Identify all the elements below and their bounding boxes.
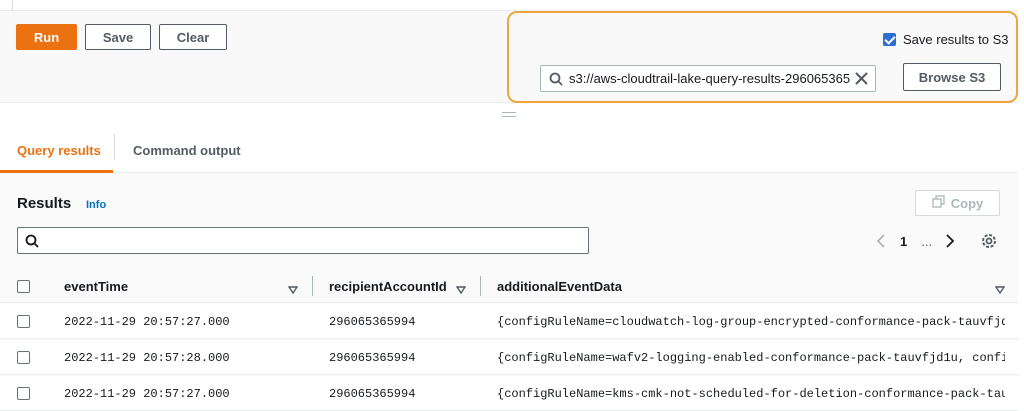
row-checkbox[interactable]: [17, 387, 30, 400]
sort-down-icon[interactable]: [994, 282, 1006, 297]
save-results-to-s3-checkbox[interactable]: [883, 33, 896, 46]
chevron-left-icon[interactable]: [872, 231, 888, 251]
cell-additionaleventdata: {configRuleName=cloudwatch-log-group-enc…: [497, 314, 1005, 329]
column-header-additionaleventdata[interactable]: additionalEventData: [497, 269, 622, 303]
pagination-ellipsis: ...: [921, 233, 933, 249]
sort-down-icon[interactable]: [455, 282, 467, 297]
column-resizer[interactable]: [480, 276, 481, 296]
chevron-right-icon[interactable]: [942, 231, 958, 251]
save-results-to-s3-checkbox-group[interactable]: Save results to S3: [883, 32, 1009, 47]
panel-resize-handle[interactable]: [502, 112, 516, 117]
column-header-recipientaccountid[interactable]: recipientAccountId: [329, 269, 447, 303]
cell-eventtime: 2022-11-29 20:57:27.000: [64, 314, 230, 329]
save-results-to-s3-label: Save results to S3: [903, 32, 1009, 47]
cell-additionaleventdata: {configRuleName=wafv2-logging-enabled-co…: [497, 350, 1005, 365]
save-button[interactable]: Save: [85, 24, 151, 50]
pagination: 1 ...: [872, 231, 958, 251]
query-editor-bottom: [0, 0, 1018, 11]
copy-button[interactable]: Copy: [915, 190, 1000, 216]
gear-icon[interactable]: [980, 232, 998, 253]
cell-eventtime: 2022-11-29 20:57:27.000: [64, 386, 230, 401]
current-page-number[interactable]: 1: [900, 234, 907, 249]
info-link[interactable]: Info: [86, 199, 106, 211]
tab-divider: [114, 134, 115, 160]
save-to-s3-panel: Save results to S3 s3://aws-cloudtrail-l…: [507, 11, 1018, 103]
select-all-checkbox[interactable]: [17, 280, 30, 293]
column-resizer[interactable]: [312, 276, 313, 296]
cell-additionaleventdata: {configRuleName=kms-cmk-not-scheduled-fo…: [497, 386, 1005, 401]
close-icon[interactable]: [855, 72, 868, 88]
cell-recipientaccountid: 296065365994: [329, 350, 416, 365]
results-tabs: Query results Command output: [0, 128, 1018, 173]
copy-label: Copy: [950, 195, 984, 211]
column-header-eventtime[interactable]: eventTime: [64, 269, 128, 303]
cell-recipientaccountid: 296065365994: [329, 314, 416, 329]
results-title: Results: [17, 195, 72, 212]
s3-path-value[interactable]: s3://aws-cloudtrail-lake-query-results-2…: [569, 71, 851, 86]
table-row[interactable]: 2022-11-29 20:57:27.000 296065365994 {co…: [0, 304, 1018, 339]
row-checkbox[interactable]: [17, 315, 30, 328]
row-checkbox[interactable]: [17, 351, 30, 364]
browse-s3-button[interactable]: Browse S3: [903, 63, 1001, 91]
cell-eventtime: 2022-11-29 20:57:28.000: [64, 350, 230, 365]
search-icon: [25, 234, 39, 251]
table-header: eventTime recipientAccountId additionalE…: [0, 269, 1018, 303]
clear-button[interactable]: Clear: [159, 24, 227, 50]
copy-icon: [932, 195, 945, 211]
table-row[interactable]: 2022-11-29 20:57:28.000 296065365994 {co…: [0, 340, 1018, 375]
results-filter-input[interactable]: [17, 227, 589, 254]
editor-gutter-line: [12, 0, 13, 11]
tab-query-results[interactable]: Query results: [17, 128, 101, 173]
sort-down-icon[interactable]: [287, 282, 299, 297]
run-button[interactable]: Run: [16, 24, 77, 50]
cell-recipientaccountid: 296065365994: [329, 386, 416, 401]
s3-path-input[interactable]: s3://aws-cloudtrail-lake-query-results-2…: [540, 65, 876, 92]
table-row[interactable]: 2022-11-29 20:57:27.000 296065365994 {co…: [0, 376, 1018, 411]
search-icon: [549, 72, 563, 89]
tab-command-output[interactable]: Command output: [133, 128, 241, 173]
